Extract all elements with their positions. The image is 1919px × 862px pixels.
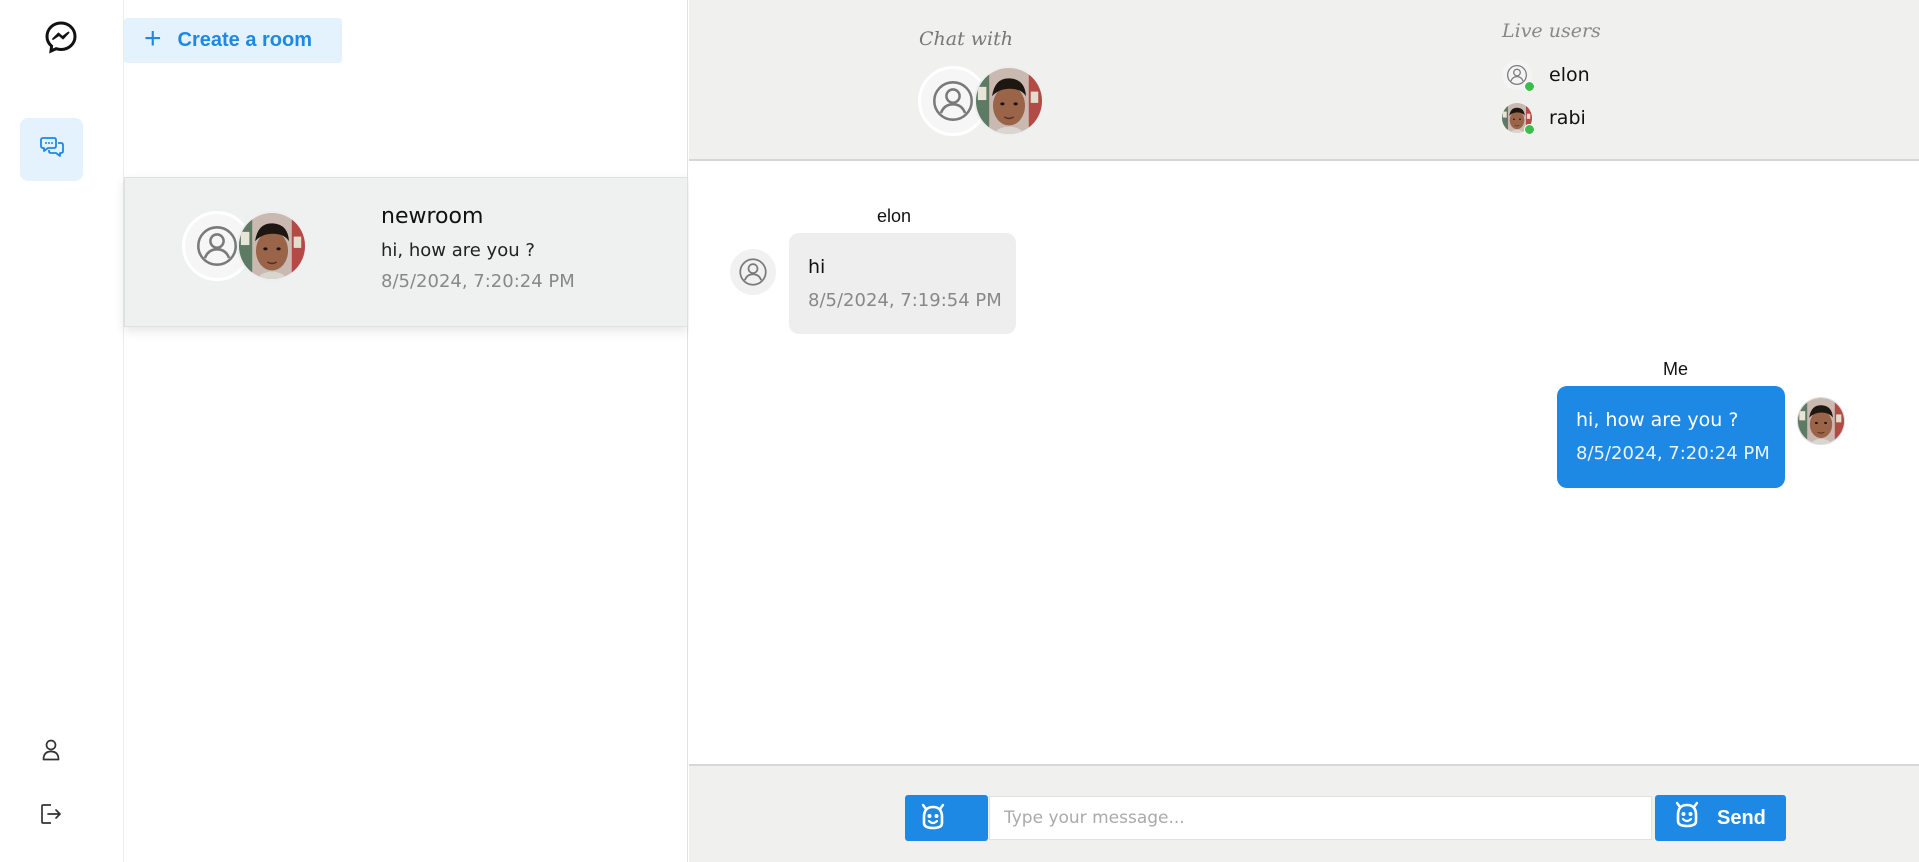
plus-icon: + bbox=[144, 22, 162, 55]
create-room-button[interactable]: + Create a room bbox=[124, 18, 342, 63]
live-users-label: Live users bbox=[1502, 20, 1601, 42]
room-list-item[interactable]: newroom hi, how are you ? 8/5/2024, 7:20… bbox=[124, 177, 688, 327]
avatar bbox=[1502, 103, 1535, 135]
avatar bbox=[1797, 397, 1845, 445]
message-list: elon hi 8/5/2024, 7:19:54 PM Me hi, how … bbox=[689, 161, 1919, 764]
message-timestamp: 8/5/2024, 7:19:54 PM bbox=[808, 290, 1002, 311]
room-last-message: hi, how are you ? bbox=[381, 240, 535, 261]
avatar bbox=[1502, 60, 1535, 92]
live-user-name: rabi bbox=[1549, 107, 1586, 129]
messenger-icon[interactable] bbox=[44, 20, 78, 54]
avatar bbox=[237, 211, 307, 281]
message-composer: Send bbox=[689, 764, 1919, 862]
rooms-panel: + Create a room newroom hi, how are you … bbox=[124, 0, 688, 862]
message-timestamp: 8/5/2024, 7:20:24 PM bbox=[1576, 443, 1770, 464]
room-timestamp: 8/5/2024, 7:20:24 PM bbox=[381, 271, 575, 292]
message-input[interactable] bbox=[989, 796, 1652, 840]
message-sender: Me bbox=[1663, 359, 1689, 379]
create-room-label: Create a room bbox=[177, 29, 313, 51]
icon-rail bbox=[0, 0, 124, 862]
nav-chats-button[interactable] bbox=[20, 118, 83, 181]
message-sender: elon bbox=[877, 206, 912, 226]
live-user-name: elon bbox=[1549, 64, 1590, 86]
logout-icon bbox=[40, 803, 62, 830]
send-button[interactable]: Send bbox=[1655, 795, 1786, 841]
message-bubble: hi 8/5/2024, 7:19:54 PM bbox=[789, 233, 1016, 334]
user-icon bbox=[42, 739, 60, 766]
send-label: Send bbox=[1717, 806, 1766, 829]
online-status-icon bbox=[1524, 124, 1535, 135]
avatar bbox=[974, 66, 1044, 136]
message-bubble: hi, how are you ? 8/5/2024, 7:20:24 PM bbox=[1557, 386, 1785, 488]
chat-header: Chat with Live users elon rabi bbox=[689, 0, 1919, 161]
emoji-button[interactable] bbox=[905, 795, 988, 841]
online-status-icon bbox=[1524, 81, 1535, 92]
emoji-icon bbox=[1673, 801, 1701, 835]
room-name: newroom bbox=[381, 204, 484, 229]
logout-button[interactable] bbox=[37, 802, 65, 830]
live-user-item: rabi bbox=[1502, 103, 1586, 135]
chat-panel: Chat with Live users elon rabi elon hi 8… bbox=[689, 0, 1919, 862]
live-user-item: elon bbox=[1502, 60, 1590, 92]
default-avatar-icon bbox=[730, 249, 776, 295]
message-text: hi bbox=[808, 256, 826, 278]
chat-with-label: Chat with bbox=[919, 28, 1013, 50]
chat-bubbles-icon bbox=[39, 136, 64, 163]
message-text: hi, how are you ? bbox=[1576, 409, 1739, 431]
emoji-icon bbox=[919, 803, 947, 834]
nav-profile-button[interactable] bbox=[38, 738, 64, 766]
